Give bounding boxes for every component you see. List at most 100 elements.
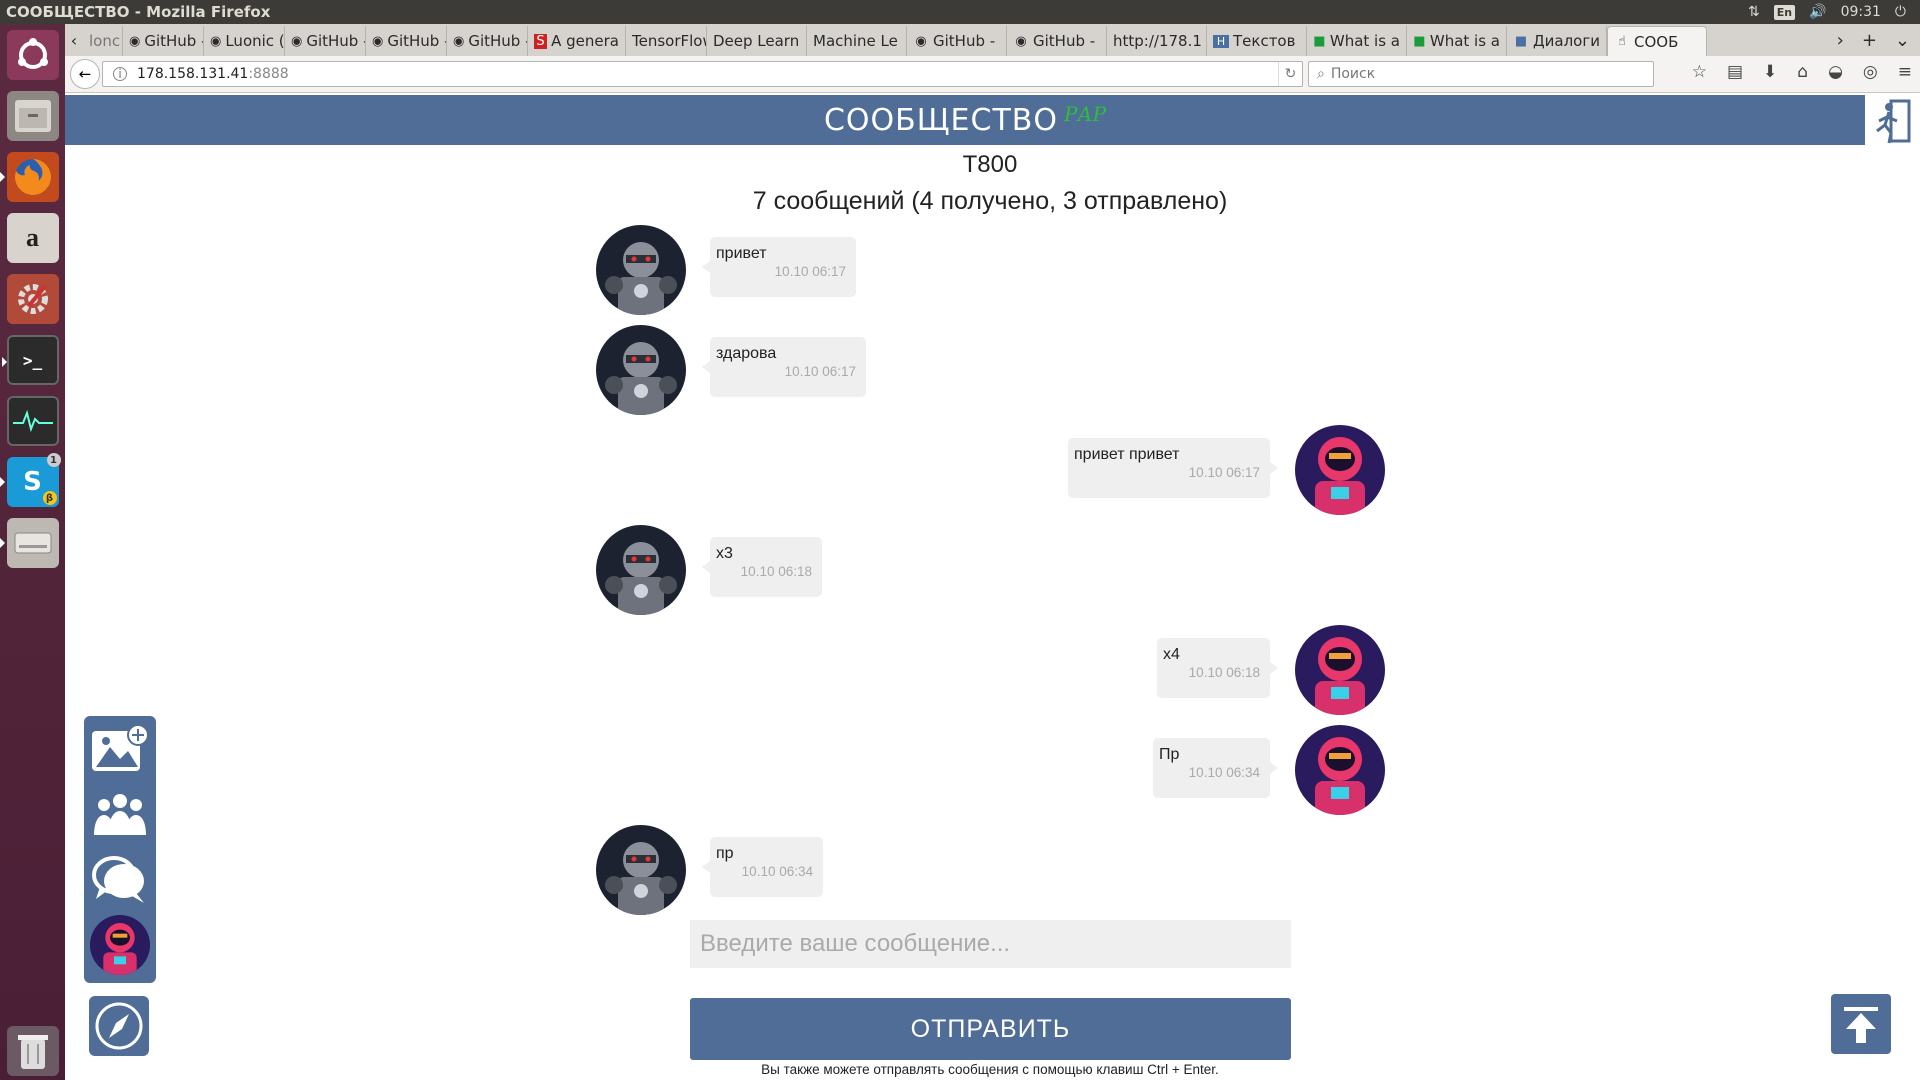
- files-icon[interactable]: [6, 91, 59, 141]
- pocket-icon[interactable]: ◒: [1828, 62, 1843, 82]
- friends-button[interactable]: [90, 786, 150, 844]
- browser-tab[interactable]: H Текстов: [1207, 26, 1307, 56]
- profile-button[interactable]: [90, 915, 150, 975]
- browser-tab[interactable]: ■ What is a: [1407, 26, 1507, 56]
- sync-icon[interactable]: ◎: [1863, 62, 1878, 82]
- notification-badge: 1: [46, 453, 61, 467]
- astronaut-avatar[interactable]: [1295, 725, 1385, 815]
- beta-label: РАР: [1063, 102, 1107, 126]
- s-icon: S: [534, 33, 548, 49]
- skype-icon[interactable]: S 1 β: [0, 453, 61, 507]
- app-header: СООБЩЕСТВО РАР: [65, 95, 1865, 145]
- tab-scroll-right-icon[interactable]: ›: [1837, 30, 1844, 51]
- keyboard-layout-indicator[interactable]: En: [1773, 4, 1796, 20]
- home-icon[interactable]: ⌂: [1797, 62, 1808, 82]
- disk-icon[interactable]: [0, 518, 59, 568]
- dialogs-button[interactable]: [90, 850, 150, 908]
- reading-list-icon[interactable]: ▤: [1727, 62, 1743, 82]
- message-time: 10.10 06:17: [784, 364, 856, 379]
- compass-icon: [95, 1002, 143, 1050]
- bookmark-star-icon[interactable]: ☆: [1692, 62, 1707, 82]
- arrow-up-icon: [1844, 1007, 1878, 1043]
- astronaut-avatar: [90, 915, 150, 975]
- message-summary: 7 сообщений (4 получено, 3 отправлено): [752, 187, 1228, 215]
- browser-tab[interactable]: lonc: [83, 26, 123, 56]
- message-time: 10.10 06:17: [774, 264, 846, 279]
- scroll-to-top-button[interactable]: [1831, 994, 1891, 1054]
- browser-tab-active[interactable]: ☝ СООБ: [1607, 26, 1707, 56]
- explore-button[interactable]: [89, 996, 149, 1056]
- browser-tab[interactable]: ◉ GitHub -: [285, 26, 366, 56]
- github-icon: ◉: [915, 33, 927, 49]
- send-button[interactable]: ОТПРАВИТЬ: [690, 998, 1291, 1060]
- page-content: СООБЩЕСТВО РАР T800 7 сообщений (4 получ…: [65, 93, 1920, 1080]
- browser-tab[interactable]: Machine Le: [807, 26, 907, 56]
- browser-tab[interactable]: ◉ GitHub -: [366, 26, 447, 56]
- terminal-icon[interactable]: >_: [1, 335, 59, 385]
- browser-nav-bar: ← i 178.158.131.41:8888 ↻ ⌕ Поиск ☆ ▤ ⬇ …: [65, 56, 1920, 93]
- h-icon: H: [1213, 34, 1229, 48]
- add-image-button[interactable]: [90, 720, 150, 778]
- reload-icon[interactable]: ↻: [1278, 62, 1302, 86]
- github-icon: ◉: [291, 33, 303, 49]
- message-text: здарова: [716, 345, 777, 362]
- browser-tab[interactable]: TensorFlow: [626, 26, 707, 56]
- browser-tab[interactable]: ◉ GitHub -: [447, 26, 528, 56]
- browser-tab[interactable]: ◉ GitHub -: [123, 26, 204, 56]
- info-icon[interactable]: i: [113, 67, 127, 81]
- exit-icon: [1876, 99, 1911, 144]
- keyboard-hint: Вы также можете отправлять сообщения с п…: [761, 1062, 1219, 1077]
- robot-avatar[interactable]: [596, 325, 686, 415]
- trash-icon[interactable]: [7, 1026, 59, 1076]
- window-title: СООБЩЕСТВО - Mozilla Firefox: [6, 3, 271, 21]
- message-time: 10.10 06:34: [1188, 765, 1260, 780]
- new-tab-icon[interactable]: +: [1862, 30, 1877, 51]
- download-icon[interactable]: ⬇: [1763, 62, 1777, 82]
- browser-tab[interactable]: ◉ Luonic (/: [204, 26, 285, 56]
- clock[interactable]: 09:31: [1841, 4, 1881, 20]
- browser-tab[interactable]: SA genera: [528, 26, 626, 56]
- tab-list-icon[interactable]: ⌄: [1895, 30, 1910, 51]
- exit-button[interactable]: [1871, 95, 1915, 147]
- message-text: x4: [1163, 646, 1180, 663]
- firefox-icon[interactable]: [0, 152, 59, 202]
- message-time: 10.10 06:34: [741, 864, 813, 879]
- github-icon: ◉: [1015, 33, 1027, 49]
- browser-tab[interactable]: ◉ GitHub -: [1007, 26, 1107, 56]
- message-input[interactable]: [690, 920, 1291, 968]
- system-tray: ⇅ En 🔊 09:31 ⏻: [1748, 4, 1920, 20]
- power-icon[interactable]: ⏻: [1895, 4, 1906, 20]
- github-icon: ◉: [372, 33, 384, 49]
- volume-icon[interactable]: 🔊: [1809, 4, 1826, 20]
- browser-tab[interactable]: ■ What is a: [1307, 26, 1407, 56]
- github-icon: ◉: [210, 33, 222, 49]
- url-host: 178.158.131.41: [137, 66, 249, 82]
- system-monitor-icon[interactable]: [6, 396, 59, 446]
- astronaut-avatar[interactable]: [1295, 625, 1385, 715]
- back-icon[interactable]: ←: [70, 59, 100, 89]
- tab-scroll-left-icon[interactable]: ‹: [65, 24, 83, 56]
- network-icon[interactable]: ⇅: [1748, 4, 1760, 20]
- url-bar[interactable]: i 178.158.131.41:8888 ↻: [102, 61, 1303, 87]
- ubuntu-dash-icon[interactable]: [6, 30, 59, 80]
- robot-avatar[interactable]: [596, 225, 686, 315]
- browser-tab[interactable]: ◉ GitHub -: [907, 26, 1007, 56]
- menu-icon[interactable]: ≡: [1898, 62, 1912, 82]
- astronaut-avatar[interactable]: [1295, 425, 1385, 515]
- os-top-bar: СООБЩЕСТВО - Mozilla Firefox ⇅ En 🔊 09:3…: [0, 0, 1920, 24]
- message-time: 10.10 06:17: [1188, 465, 1260, 480]
- message-bubble: пр 10.10 06:34: [702, 837, 823, 897]
- amazon-icon[interactable]: a: [6, 213, 59, 263]
- message-bubble: Пр 10.10 06:34: [1153, 738, 1278, 798]
- app-title: СООБЩЕСТВО: [823, 102, 1058, 138]
- chat-bubbles-icon: [92, 856, 144, 903]
- launcher: a >_ S 1 β: [0, 24, 65, 1080]
- browser-tab[interactable]: Deep Learn: [707, 26, 807, 56]
- browser-tab[interactable]: ■ Диалоги: [1507, 26, 1607, 56]
- browser-tab[interactable]: http://178.1: [1107, 26, 1207, 56]
- search-input[interactable]: ⌕ Поиск: [1308, 61, 1654, 87]
- robot-avatar[interactable]: [596, 525, 686, 615]
- robot-avatar[interactable]: [596, 825, 686, 915]
- settings-icon[interactable]: [6, 274, 59, 324]
- beta-badge: β: [42, 491, 57, 505]
